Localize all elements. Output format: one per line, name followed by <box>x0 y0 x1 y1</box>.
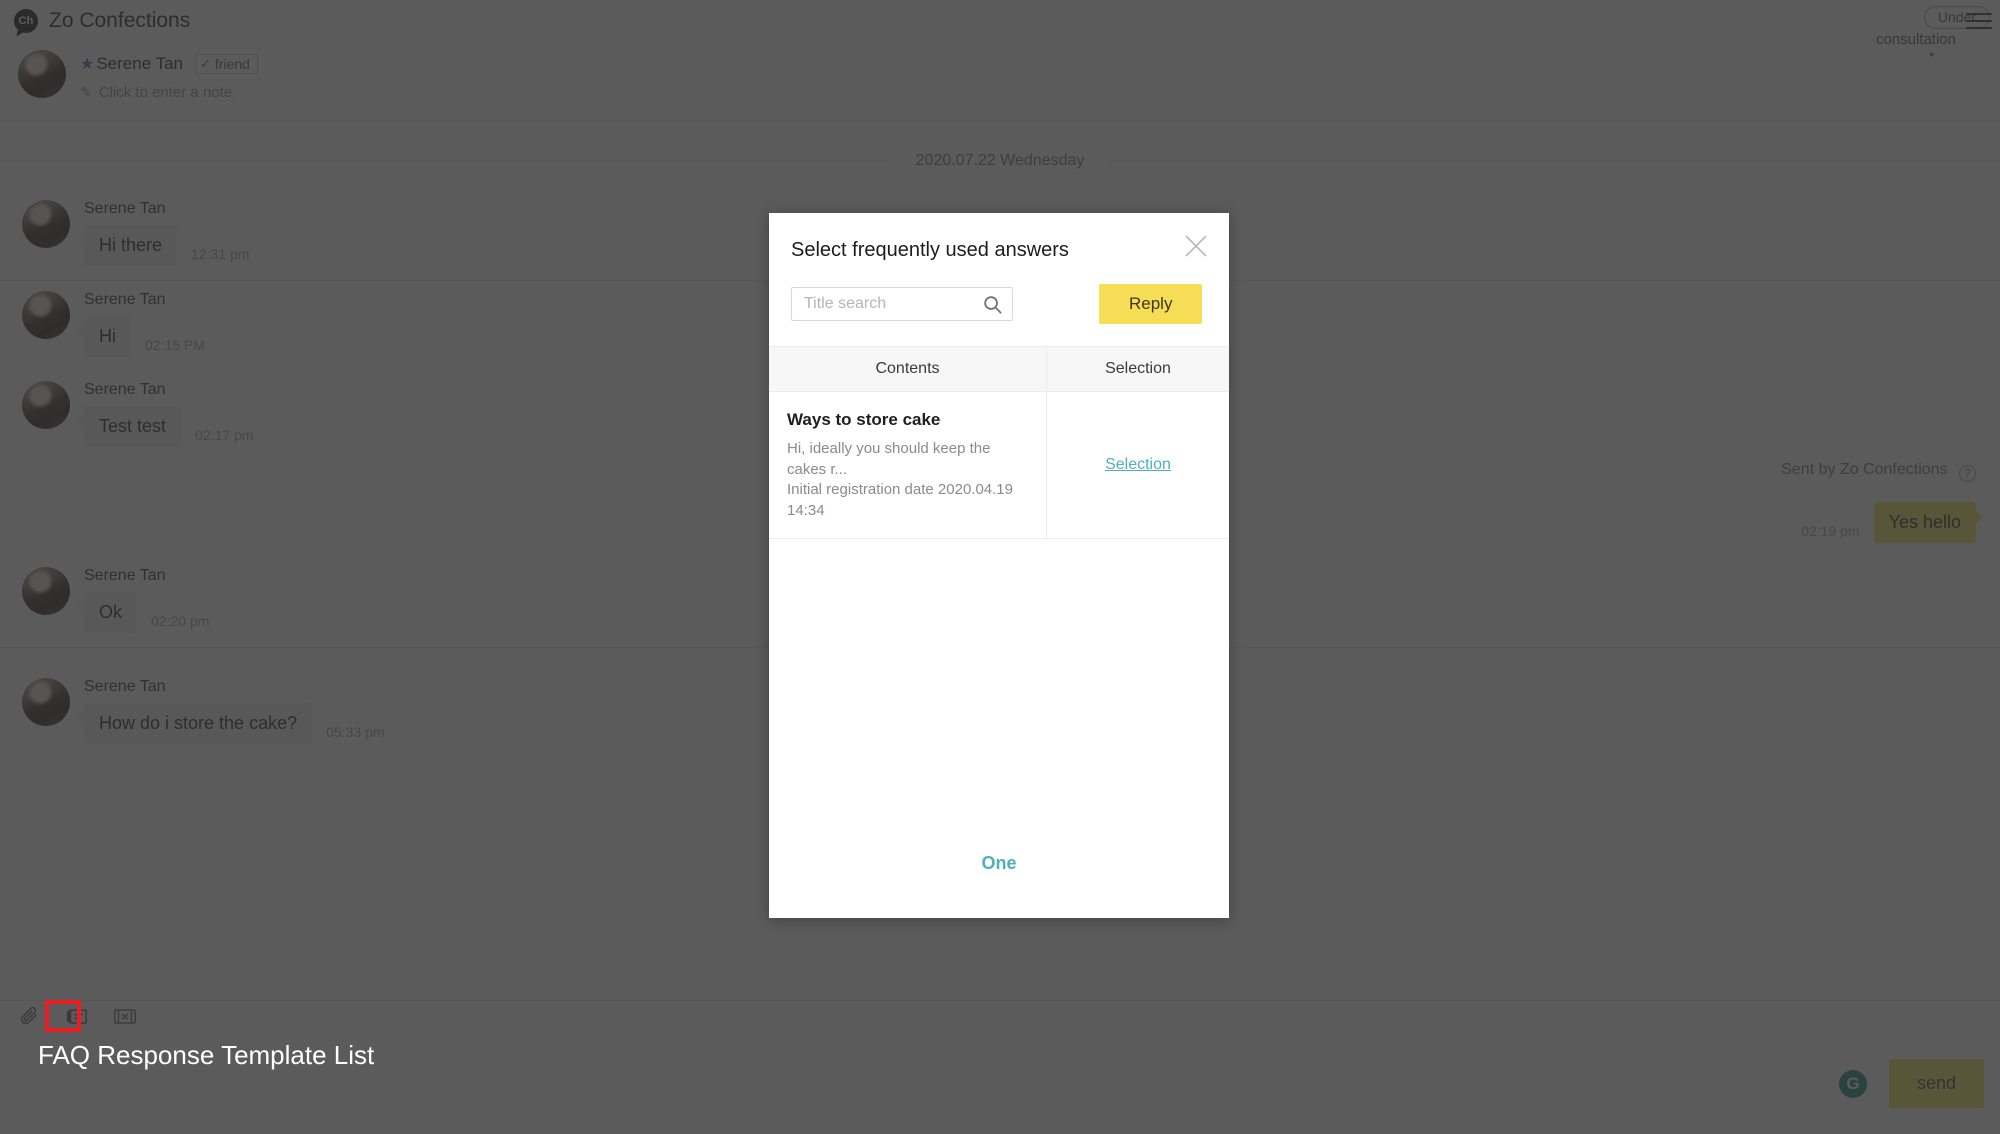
annotation-highlight-box <box>45 1000 81 1032</box>
search-icon[interactable] <box>982 294 1003 315</box>
table-body: Ways to store cake Hi, ideally you shoul… <box>769 392 1229 835</box>
select-template-link[interactable]: Selection <box>1105 456 1171 474</box>
screen-root: Ch Zo Confections Under consultation ▸ ★… <box>0 0 2000 1134</box>
column-header-contents: Contents <box>769 347 1047 391</box>
annotation-label: FAQ Response Template List <box>38 1040 375 1070</box>
row-preview: Hi, ideally you should keep the cakes r.… <box>787 440 991 478</box>
row-selection-cell: Selection <box>1047 392 1229 538</box>
close-icon[interactable] <box>1181 231 1211 261</box>
reply-button[interactable]: Reply <box>1099 284 1203 324</box>
frequently-used-answers-modal: Select frequently used answers Repl <box>769 213 1229 918</box>
modal-search-row: Reply <box>791 284 1205 324</box>
modal-pagination: One <box>769 835 1229 918</box>
pagination-page-one[interactable]: One <box>981 853 1016 873</box>
table-header: Contents Selection <box>769 346 1229 392</box>
table-row[interactable]: Ways to store cake Hi, ideally you shoul… <box>769 392 1229 539</box>
row-title: Ways to store cake <box>787 410 941 429</box>
modal-header: Select frequently used answers Repl <box>769 213 1229 324</box>
row-contents-cell: Ways to store cake Hi, ideally you shoul… <box>769 392 1047 538</box>
row-registration-date: Initial registration date 2020.04.19 14:… <box>787 481 1013 520</box>
search-box[interactable] <box>791 287 1013 321</box>
search-input[interactable] <box>792 288 1012 320</box>
column-header-selection: Selection <box>1105 360 1171 377</box>
modal-title: Select frequently used answers <box>791 239 1069 261</box>
